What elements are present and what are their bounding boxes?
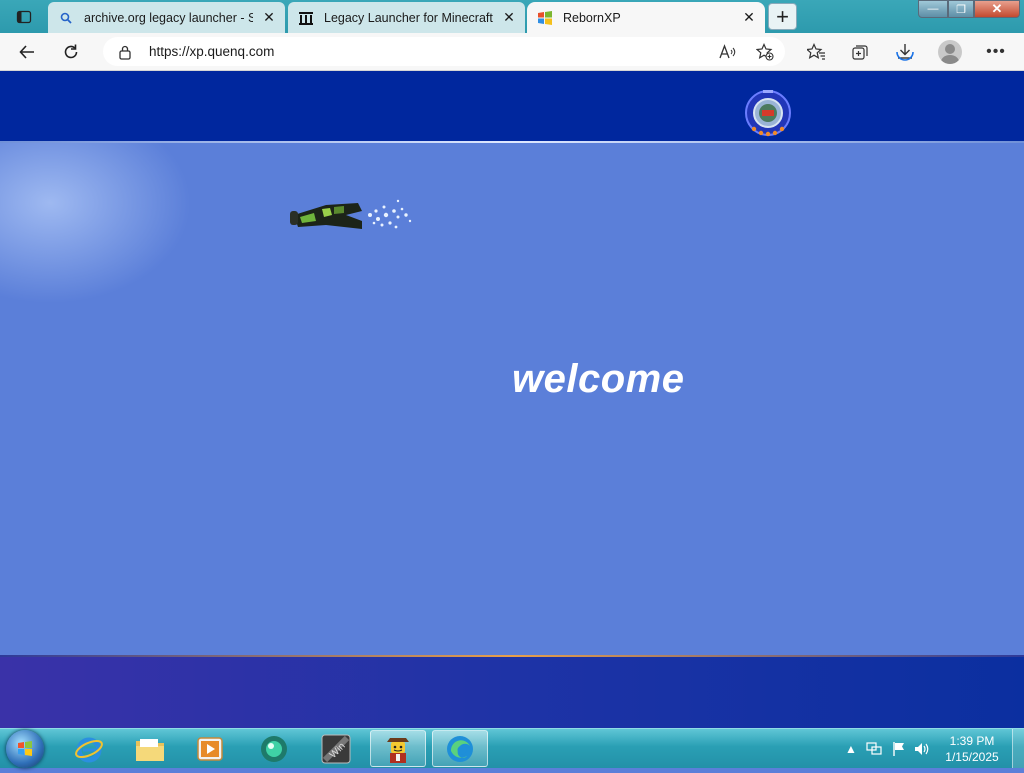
back-icon bbox=[19, 45, 34, 59]
tab-actions-icon bbox=[16, 10, 32, 24]
tab-close-button[interactable]: ✕ bbox=[501, 9, 517, 26]
internet-explorer-icon[interactable] bbox=[61, 730, 117, 767]
network-icon[interactable] bbox=[866, 741, 882, 757]
read-aloud-icon[interactable] bbox=[717, 41, 739, 63]
add-favorite-icon[interactable] bbox=[754, 41, 776, 63]
minimize-button[interactable]: — bbox=[918, 0, 948, 18]
collections-icon bbox=[852, 45, 868, 60]
tab-strip: archive.org legacy launcher - Sea ✕ Lega… bbox=[0, 0, 1024, 33]
flying-figure-icon bbox=[290, 199, 412, 229]
tab-search[interactable]: archive.org legacy launcher - Sea ✕ bbox=[48, 2, 285, 33]
clock-date: 1/15/2025 bbox=[945, 750, 999, 764]
address-bar[interactable]: https://xp.quenq.com bbox=[103, 37, 785, 66]
refresh-button[interactable] bbox=[57, 38, 85, 66]
lock-icon[interactable] bbox=[117, 44, 133, 60]
new-tab-button[interactable]: + bbox=[768, 3, 797, 30]
downloads-button[interactable] bbox=[891, 38, 919, 66]
more-button[interactable]: ••• bbox=[982, 38, 1010, 66]
tab-actions-button[interactable] bbox=[8, 5, 40, 29]
file-explorer-icon[interactable] bbox=[122, 730, 178, 767]
back-button[interactable] bbox=[13, 38, 41, 66]
show-desktop-button[interactable] bbox=[1012, 729, 1024, 768]
more-icon: ••• bbox=[986, 43, 1006, 60]
app-circle-icon[interactable] bbox=[246, 730, 302, 767]
search-icon bbox=[58, 10, 74, 26]
maximize-button[interactable]: ❐ bbox=[948, 0, 974, 18]
page-header bbox=[0, 71, 1024, 141]
volume-icon[interactable] bbox=[914, 741, 930, 757]
background-glow bbox=[0, 143, 190, 303]
page-footer bbox=[0, 657, 1024, 728]
taskbar: Win ▲ 1:39 PM 1/15/2025 bbox=[0, 728, 1024, 768]
tab-legacy-launcher[interactable]: Legacy Launcher for Minecraft : ✕ bbox=[288, 2, 525, 33]
system-clock[interactable]: 1:39 PM 1/15/2025 bbox=[930, 733, 1014, 765]
lego-figure-icon[interactable] bbox=[370, 730, 426, 767]
downloads-icon bbox=[896, 44, 914, 61]
windows-flag-icon bbox=[537, 10, 553, 26]
media-player-icon[interactable] bbox=[182, 730, 238, 767]
collections-button[interactable] bbox=[846, 38, 874, 66]
tab-title: Legacy Launcher for Minecraft : bbox=[324, 10, 493, 25]
tab-title: RebornXP bbox=[563, 10, 621, 25]
refresh-icon bbox=[64, 44, 78, 59]
address-url[interactable]: https://xp.quenq.com bbox=[149, 44, 274, 59]
clock-time: 1:39 PM bbox=[949, 734, 995, 748]
favorites-button[interactable] bbox=[802, 38, 830, 66]
close-window-button[interactable]: ✕ bbox=[974, 0, 1020, 18]
browser-toolbar: https://xp.quenq.com ••• bbox=[0, 33, 1024, 71]
show-hidden-icons-icon[interactable]: ▲ bbox=[843, 741, 859, 757]
profile-avatar[interactable] bbox=[938, 40, 962, 64]
welcome-heading: welcome bbox=[512, 357, 685, 401]
favorites-icon bbox=[807, 43, 825, 60]
page-main: welcome bbox=[0, 143, 1024, 655]
win-badge-icon[interactable]: Win bbox=[308, 730, 364, 767]
tab-rebornxp[interactable]: RebornXP ✕ bbox=[527, 2, 765, 33]
start-orb-icon[interactable] bbox=[6, 730, 44, 768]
action-center-flag-icon[interactable] bbox=[891, 741, 907, 757]
tab-close-button[interactable]: ✕ bbox=[741, 9, 757, 26]
archive-icon bbox=[298, 10, 314, 26]
edge-icon[interactable] bbox=[432, 730, 488, 767]
game-orb-icon[interactable] bbox=[743, 88, 793, 138]
tab-close-button[interactable]: ✕ bbox=[261, 9, 277, 26]
tab-title: archive.org legacy launcher - Sea bbox=[84, 10, 253, 25]
